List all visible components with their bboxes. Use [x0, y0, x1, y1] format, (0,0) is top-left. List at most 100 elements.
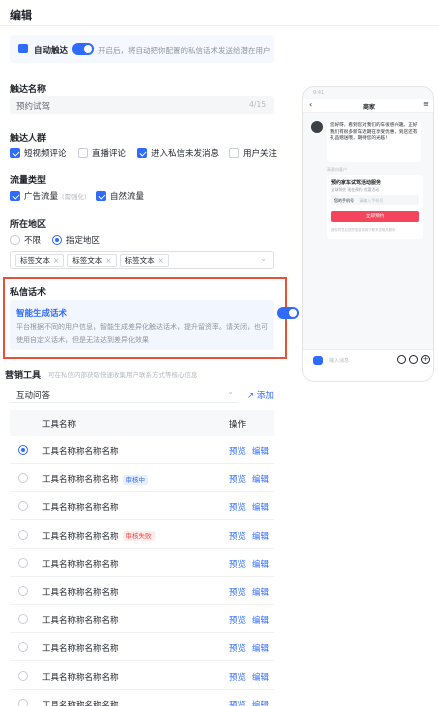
close-icon[interactable]: ×	[53, 256, 59, 265]
table-row[interactable]: 工具名称称名称名称 预览 编辑	[10, 549, 274, 577]
edit-link[interactable]: 编辑	[252, 503, 269, 513]
preview-link[interactable]: 预览	[229, 616, 246, 626]
edit-link[interactable]: 编辑	[252, 447, 269, 457]
close-icon[interactable]: ×	[158, 256, 164, 265]
row-radio[interactable]	[18, 473, 28, 484]
row-radio[interactable]	[18, 557, 28, 568]
preview-link[interactable]: 预览	[229, 673, 246, 683]
row-tool-name-text: 工具名称称名称名称	[42, 644, 119, 655]
edit-link[interactable]: 编辑	[252, 644, 269, 654]
table-row[interactable]: 工具名称称名称名称 预览 编辑	[10, 605, 274, 634]
chat-input[interactable]: 输入消息	[329, 357, 349, 364]
page-header: 编辑	[0, 0, 439, 26]
close-icon[interactable]: ×	[105, 256, 111, 265]
crowd-option-dm[interactable]: 进入私信未发消息	[137, 147, 219, 159]
edit-link[interactable]: 编辑	[252, 532, 269, 542]
option-label: 不限	[24, 236, 42, 246]
row-radio[interactable]	[18, 501, 28, 512]
edit-link[interactable]: 编辑	[252, 701, 269, 706]
add-tool-button[interactable]: ↗ 添加	[247, 389, 274, 401]
auto-reach-label: 自动触达	[34, 46, 69, 56]
page-title: 编辑	[10, 9, 32, 22]
checkbox[interactable]	[229, 148, 239, 158]
option-label: 用户关注	[243, 149, 278, 159]
preview-link[interactable]: 预览	[229, 532, 246, 542]
row-tool-name: 工具名称称名称名称	[42, 586, 119, 598]
edit-link[interactable]: 编辑	[252, 560, 269, 570]
row-tool-name-text: 工具名称称名称名称	[42, 503, 119, 514]
status-bar: 9:41	[303, 87, 433, 99]
edit-link[interactable]: 编辑	[252, 475, 269, 485]
row-radio[interactable]	[18, 670, 28, 681]
row-radio[interactable]	[18, 698, 28, 706]
row-radio[interactable]	[18, 642, 28, 653]
option-label: 广告流量	[24, 192, 59, 202]
tag-label: 标签文本	[124, 255, 155, 265]
edit-link[interactable]: 编辑	[252, 588, 269, 598]
row-tool-name-text: 工具名称称名称名称	[42, 616, 119, 627]
row-ops: 预览 编辑	[229, 558, 275, 570]
row-radio[interactable]	[18, 445, 28, 455]
preview-link[interactable]: 预览	[229, 644, 246, 654]
table-row[interactable]: 工具名称称名称名称 审核失败 预览 编辑	[10, 521, 274, 549]
row-radio[interactable]	[18, 614, 28, 625]
table-row[interactable]: 工具名称称名称名称 预览 编辑	[10, 690, 274, 706]
pm-label: 私信话术	[10, 288, 47, 298]
marketing-select[interactable]: 互动问答 ⌄	[10, 387, 238, 403]
emoji-icon[interactable]	[409, 355, 418, 364]
row-tool-name: 工具名称称名称名称	[42, 614, 119, 626]
camera-icon[interactable]	[313, 356, 323, 365]
chevron-down-icon[interactable]: ⌄	[260, 254, 267, 263]
region-tag-select[interactable]: 标签文本 × 标签文本 × 标签文本 × ⌄	[10, 251, 274, 269]
checkbox[interactable]	[10, 191, 20, 201]
lead-cta-button[interactable]: 立即预约	[331, 211, 419, 222]
row-radio[interactable]	[18, 586, 28, 596]
table-header: 工具名称 操作	[10, 410, 274, 436]
preview-link[interactable]: 预览	[229, 447, 246, 457]
chat-title: 商家	[362, 104, 375, 111]
traffic-option-natural[interactable]: 自然流量	[96, 190, 144, 202]
pm-smart-toggle[interactable]	[276, 307, 299, 319]
table-row[interactable]: 工具名称称名称名称 预览 编辑	[10, 662, 274, 690]
table-row[interactable]: 工具名称称名称名称 预览 编辑	[10, 492, 274, 521]
crowd-option-follow[interactable]: 用户关注	[229, 147, 277, 159]
row-tool-name-text: 工具名称称名称名称	[42, 672, 119, 683]
lead-form-field[interactable]: 您的手机号 请输入手机号	[331, 195, 419, 205]
col-header-ops: 操作	[229, 420, 247, 430]
auto-reach-toggle[interactable]	[72, 43, 94, 55]
voice-icon[interactable]	[397, 355, 406, 364]
plus-icon[interactable]: +	[421, 355, 430, 364]
region-option-specific[interactable]: 指定地区	[52, 234, 100, 246]
edit-link[interactable]: 编辑	[252, 616, 269, 626]
checkbox[interactable]	[78, 148, 88, 158]
preview-link[interactable]: 预览	[229, 475, 246, 485]
menu-icon[interactable]: ≡	[423, 100, 429, 108]
chevron-down-icon: ⌄	[227, 387, 234, 396]
region-option-any[interactable]: 不限	[10, 234, 41, 246]
checkbox[interactable]	[96, 191, 106, 201]
edit-link[interactable]: 编辑	[252, 673, 269, 683]
crowd-option-live[interactable]: 直播评论	[78, 147, 126, 159]
preview-link[interactable]: 预览	[229, 503, 246, 513]
reach-name-input[interactable]: 预约试驾 4/15	[10, 96, 274, 114]
radio[interactable]	[10, 235, 20, 245]
row-tool-name: 工具名称称名称名称	[42, 558, 119, 570]
table-row[interactable]: 工具名称称名称名称 预览 编辑	[10, 436, 274, 464]
radio[interactable]	[52, 235, 62, 245]
region-tag: 标签文本 ×	[15, 253, 65, 267]
checkbox[interactable]	[137, 148, 147, 158]
traffic-option-ad[interactable]: 广告流量 (需强化)	[10, 190, 87, 202]
crowd-option-short-video[interactable]: 短视频评论	[10, 147, 67, 159]
table-row[interactable]: 工具名称称名称名称 预览 编辑	[10, 633, 274, 662]
reach-crowd-label: 触达人群	[10, 134, 47, 144]
preview-link[interactable]: 预览	[229, 588, 246, 598]
table-row[interactable]: 工具名称称名称名称 预览 编辑	[10, 577, 274, 605]
row-tool-name-text: 工具名称称名称名称	[42, 475, 119, 486]
preview-link[interactable]: 预览	[229, 701, 246, 706]
table-row[interactable]: 工具名称称名称名称 审核中 预览 编辑	[10, 464, 275, 493]
preview-link[interactable]: 预览	[229, 560, 246, 570]
checkbox[interactable]	[10, 148, 20, 158]
row-ops: 预览 编辑	[229, 473, 275, 485]
row-radio[interactable]	[18, 529, 28, 540]
pm-card-desc-1: 平台根据不同的用户信息，智能生成差异化触达话术，提升留资率。请关闭，也可	[16, 323, 268, 331]
